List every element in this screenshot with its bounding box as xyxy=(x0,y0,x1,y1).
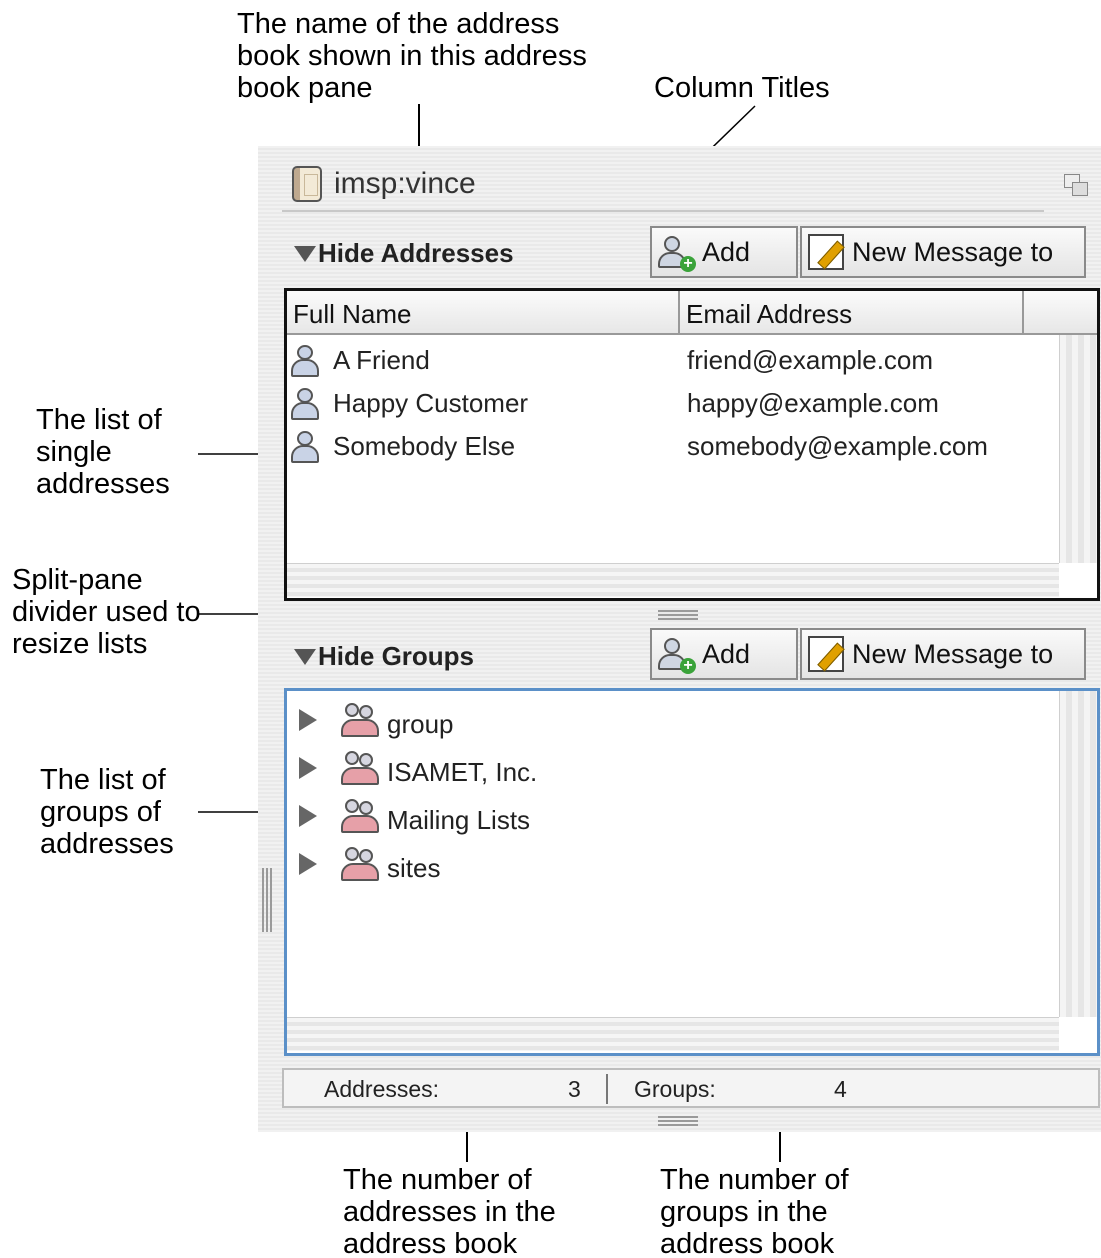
group-icon xyxy=(341,751,379,787)
callout-addresses-count: The number of addresses in the address b… xyxy=(343,1164,556,1258)
hide-addresses-toggle[interactable]: Hide Addresses xyxy=(294,238,514,269)
triangle-down-icon xyxy=(294,648,316,665)
person-icon xyxy=(291,345,319,377)
address-row[interactable]: Somebody Else somebody@example.com xyxy=(287,427,1057,469)
address-full-name: Happy Customer xyxy=(333,388,529,418)
new-message-to-address-button[interactable]: New Message to xyxy=(800,226,1086,278)
address-list-vertical-scrollbar[interactable] xyxy=(1059,335,1097,563)
group-name: sites xyxy=(387,853,441,883)
groups-count-label: Groups: xyxy=(634,1076,716,1102)
column-header-full-name[interactable]: Full Name xyxy=(287,291,680,335)
group-icon xyxy=(341,847,379,883)
address-book-name: imsp:vince xyxy=(334,167,476,200)
person-icon xyxy=(291,388,319,420)
group-row[interactable]: ISAMET, Inc. xyxy=(287,747,1057,793)
callout-groups-list: The list of groups of addresses xyxy=(40,764,174,860)
triangle-down-icon xyxy=(294,245,316,262)
callout-single-addresses: The list of single addresses xyxy=(36,404,170,500)
bottom-resize-handle[interactable] xyxy=(658,1116,698,1126)
group-name: Mailing Lists xyxy=(387,805,531,835)
group-row[interactable]: group xyxy=(287,699,1057,745)
address-list[interactable]: Full Name Email Address A Friend friend@… xyxy=(284,288,1100,601)
disclosure-triangle-icon[interactable] xyxy=(299,853,317,875)
group-list-horizontal-scrollbar[interactable] xyxy=(287,1017,1059,1051)
address-list-horizontal-scrollbar[interactable] xyxy=(287,563,1059,597)
person-icon xyxy=(291,431,319,463)
pencil-icon xyxy=(808,234,844,270)
addresses-count-label: Addresses: xyxy=(324,1076,440,1102)
new-message-to-group-button[interactable]: New Message to xyxy=(800,628,1086,680)
add-person-icon: + xyxy=(658,234,696,272)
column-header-filler xyxy=(1024,291,1097,335)
disclosure-triangle-icon[interactable] xyxy=(299,709,317,731)
address-email: happy@example.com xyxy=(687,388,939,418)
add-group-button[interactable]: + Add xyxy=(650,628,798,680)
address-full-name: A Friend xyxy=(333,345,430,375)
disclosure-triangle-icon[interactable] xyxy=(299,757,317,779)
pane-resize-handle[interactable] xyxy=(262,868,272,932)
address-row[interactable]: Happy Customer happy@example.com xyxy=(287,384,1057,426)
address-book-icon xyxy=(292,166,322,202)
callout-column-titles: Column Titles xyxy=(654,72,830,104)
add-address-button[interactable]: + Add xyxy=(650,226,798,278)
address-full-name: Somebody Else xyxy=(333,431,516,461)
disclosure-triangle-icon[interactable] xyxy=(299,805,317,827)
status-bar: Addresses: 3 Groups: 4 xyxy=(282,1068,1100,1108)
group-row[interactable]: sites xyxy=(287,843,1057,889)
group-name: group xyxy=(387,709,454,739)
callout-groups-count: The number of groups in the address book xyxy=(660,1164,849,1258)
hide-groups-toggle[interactable]: Hide Groups xyxy=(294,641,474,672)
callout-split-divider: Split-pane divider used to resize lists xyxy=(12,564,201,660)
address-book-header: imsp:vince xyxy=(282,158,1044,212)
split-pane-divider[interactable] xyxy=(658,610,698,620)
group-list-vertical-scrollbar[interactable] xyxy=(1059,691,1097,1017)
addresses-count-value: 3 xyxy=(568,1076,581,1102)
groups-count-value: 4 xyxy=(834,1076,847,1102)
status-separator xyxy=(606,1074,608,1104)
group-list[interactable]: group ISAMET, Inc. Mailing Lists sites xyxy=(284,688,1100,1056)
group-name: ISAMET, Inc. xyxy=(387,757,538,787)
collapse-pane-icon[interactable] xyxy=(1064,174,1088,196)
callout-book-name: The name of the address book shown in th… xyxy=(237,8,587,104)
group-icon xyxy=(341,799,379,835)
column-header-email-address[interactable]: Email Address xyxy=(680,291,1024,335)
address-email: friend@example.com xyxy=(687,345,934,375)
address-row[interactable]: A Friend friend@example.com xyxy=(287,341,1057,383)
group-icon xyxy=(341,703,379,739)
group-row[interactable]: Mailing Lists xyxy=(287,795,1057,841)
address-email: somebody@example.com xyxy=(687,431,988,461)
pencil-icon xyxy=(808,636,844,672)
add-group-icon: + xyxy=(658,636,696,674)
